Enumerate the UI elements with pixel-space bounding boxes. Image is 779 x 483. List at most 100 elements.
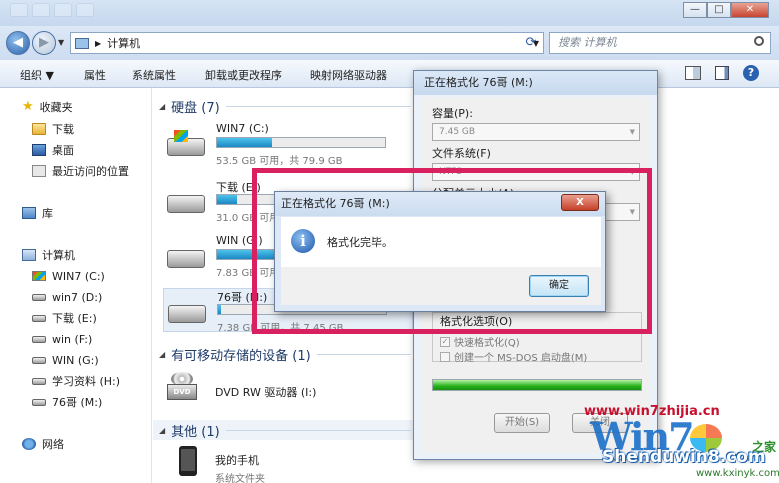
nav-drive-label: WIN7 (C:) (52, 269, 105, 283)
nav-computer[interactable]: 计算机 (22, 246, 75, 264)
search-input[interactable]: 搜索 计算机 (549, 32, 771, 54)
nav-network-label: 网络 (42, 438, 64, 451)
drive-icon (32, 398, 46, 406)
breadcrumb-computer[interactable]: 计算机 (107, 35, 140, 51)
watermark-site: Shenduwin8.com (602, 447, 766, 467)
tab-blur-3[interactable] (54, 3, 72, 17)
organize-button[interactable]: 组织 ▼ (20, 67, 54, 83)
drive-icon (167, 250, 205, 268)
nav-drive-label: win7 (D:) (52, 290, 103, 304)
checkbox-icon (440, 351, 450, 362)
collapse-icon[interactable]: ◢ (159, 350, 165, 359)
desktop-icon (32, 144, 46, 156)
properties-button[interactable]: 属性 (84, 67, 106, 83)
drive-item-c[interactable]: WIN7 (C:) 53.5 GB 可用，共 79.9 GB (163, 122, 413, 167)
msdos-disk-label: 创建一个 MS-DOS 启动盘(M) (454, 353, 588, 364)
capacity-label: 容量(P): (432, 107, 473, 120)
view-controls: ? (685, 65, 759, 81)
star-icon: ★ (22, 99, 34, 114)
nav-drive-d[interactable]: win7 (D:) (32, 288, 102, 306)
drive-usage-fill (218, 305, 222, 314)
address-row: ◀ ▶ ▼ ▶ 计算机 ▼ ⟳ 搜索 计算机 (0, 26, 779, 60)
nav-drive-e[interactable]: 下载 (E:) (32, 309, 97, 327)
nav-downloads[interactable]: 下载 (32, 120, 74, 138)
quick-format-checkbox[interactable]: ✓ 快速格式化(Q) (440, 334, 520, 349)
drive-icon (167, 195, 205, 213)
window-controls: — □ ✕ (683, 2, 769, 18)
nav-drive-label: WIN (G:) (52, 353, 99, 367)
nav-desktop[interactable]: 桌面 (32, 141, 74, 159)
format-progress-bar (432, 379, 642, 391)
forward-button[interactable]: ▶ (32, 31, 56, 55)
history-dropdown-icon[interactable]: ▼ (58, 38, 64, 47)
drive-icon (168, 305, 206, 323)
nav-drive-h[interactable]: 学习资料 (H:) (32, 372, 120, 390)
view-icon[interactable] (685, 66, 701, 80)
close-window-button[interactable]: ✕ (731, 2, 769, 18)
nav-drive-label: 学习资料 (H:) (52, 375, 121, 388)
format-dialog-title: 正在格式化 76哥 (M:) (414, 71, 657, 95)
uninstall-program-button[interactable]: 卸载或更改程序 (205, 67, 282, 83)
back-button[interactable]: ◀ (6, 31, 30, 55)
dvd-label: DVD (167, 384, 197, 400)
drive-icon (32, 335, 46, 343)
drive-usage-fill (217, 195, 238, 204)
nav-network[interactable]: 网络 (22, 435, 64, 453)
recent-places-icon (32, 165, 46, 177)
nav-drive-m[interactable]: 76哥 (M:) (32, 393, 102, 411)
capacity-select[interactable]: 7.45 GB (432, 123, 640, 141)
drive-icon (32, 356, 46, 364)
ok-button[interactable]: 确定 (529, 275, 589, 297)
dvd-drive-name[interactable]: DVD RW 驱动器 (I:) (215, 384, 316, 400)
checkbox-checked-icon: ✓ (440, 336, 450, 347)
refresh-icon[interactable]: ⟳ (520, 32, 542, 54)
dvd-drive-icon[interactable]: DVD (167, 372, 197, 402)
drive-usage-fill (217, 138, 273, 147)
info-icon: i (291, 229, 315, 253)
nav-libraries[interactable]: 库 (22, 204, 53, 222)
group-removable[interactable]: ◢ 有可移动存储的设备 (1) (153, 344, 415, 364)
nav-computer-label: 计算机 (42, 249, 75, 262)
start-button[interactable]: 开始(S) (494, 413, 550, 433)
help-icon[interactable]: ? (743, 65, 759, 81)
messagebox-body: i 格式化完毕。 (281, 217, 601, 267)
collapse-icon[interactable]: ◢ (159, 426, 165, 435)
group-hard-drives[interactable]: ◢ 硬盘 (7) (153, 96, 415, 116)
folder-icon (32, 123, 46, 135)
device-name[interactable]: 我的手机 (215, 452, 259, 468)
nav-favorites-label: 收藏夹 (39, 101, 73, 114)
preview-pane-icon[interactable] (715, 66, 729, 80)
system-drive-icon (167, 130, 205, 156)
minimize-button[interactable]: — (683, 2, 707, 18)
chevron-right-icon[interactable]: ▶ (95, 39, 101, 48)
nav-favorites[interactable]: ★ 收藏夹 (22, 98, 73, 116)
msdos-disk-checkbox[interactable]: 创建一个 MS-DOS 启动盘(M) (440, 349, 587, 364)
nav-recent-label: 最近访问的位置 (52, 165, 129, 178)
messagebox-title: 正在格式化 76哥 (M:) (275, 192, 605, 216)
watermark-small-url: www.kxinyk.com (696, 468, 779, 479)
system-properties-button[interactable]: 系统属性 (132, 67, 176, 83)
map-network-drive-button[interactable]: 映射网络驱动器 (310, 67, 387, 83)
tab-blur-4[interactable] (76, 3, 94, 17)
nav-drive-g[interactable]: WIN (G:) (32, 351, 99, 369)
close-icon[interactable]: X (561, 194, 599, 211)
nav-drive-f[interactable]: win (F:) (32, 330, 92, 348)
nav-drive-c[interactable]: WIN7 (C:) (32, 267, 105, 285)
search-icon[interactable] (754, 36, 764, 46)
group-title: 有可移动存储的设备 (1) (171, 348, 311, 364)
tab-blur-1[interactable] (10, 3, 28, 17)
nav-downloads-label: 下载 (52, 123, 74, 136)
collapse-icon[interactable]: ◢ (159, 102, 165, 111)
format-complete-messagebox: 正在格式化 76哥 (M:) X i 格式化完毕。 确定 (274, 191, 606, 312)
drive-size: 53.5 GB 可用，共 79.9 GB (216, 156, 343, 167)
phone-icon[interactable] (179, 446, 197, 476)
navigation-pane: ★ 收藏夹 下载 桌面 最近访问的位置 库 计算机 WIN7 (C:) win7… (0, 88, 152, 483)
tab-blur-2[interactable] (32, 3, 50, 17)
group-other[interactable]: ◢ 其他 (1) (153, 420, 415, 440)
maximize-button[interactable]: □ (707, 2, 731, 18)
nav-recent-places[interactable]: 最近访问的位置 (32, 162, 129, 180)
device-type: 系统文件夹 (215, 474, 265, 483)
address-bar[interactable]: ▶ 计算机 ▼ (70, 32, 544, 54)
taskbar-tabs (10, 3, 94, 17)
nav-drive-label: 76哥 (M:) (52, 396, 103, 409)
